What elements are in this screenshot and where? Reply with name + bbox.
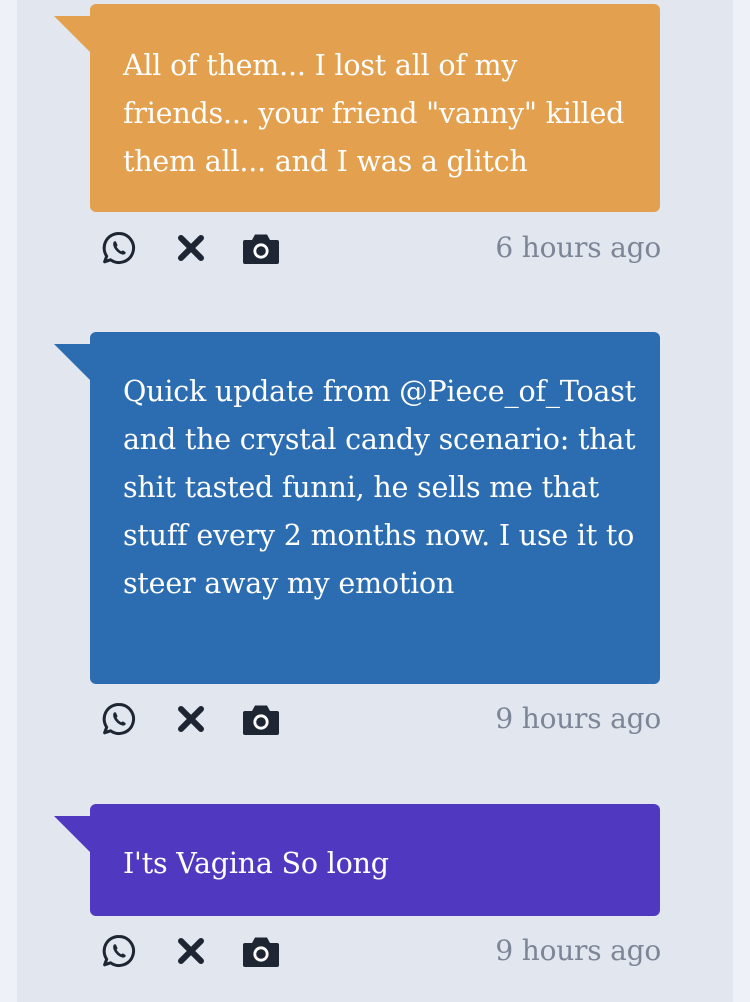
message-actions: 9 hours ago	[99, 699, 661, 739]
message-bubble: All of them... I lost all of my friends.…	[90, 4, 660, 212]
camera-icon[interactable]	[241, 931, 281, 971]
message-feed: All of them... I lost all of my friends.…	[17, 0, 733, 1002]
whatsapp-share-icon[interactable]	[99, 931, 139, 971]
message-actions: 9 hours ago	[99, 931, 661, 971]
whatsapp-share-icon[interactable]	[99, 699, 139, 739]
bubble-tail	[54, 816, 94, 856]
message-text: Quick update from @Piece_of_Toast and th…	[123, 375, 636, 600]
message-actions: 6 hours ago	[99, 228, 661, 268]
message-text: I'ts Vagina So long	[123, 847, 389, 880]
whatsapp-share-icon[interactable]	[99, 228, 139, 268]
x-share-icon[interactable]	[171, 228, 211, 268]
timestamp: 9 hours ago	[495, 934, 661, 967]
camera-icon[interactable]	[241, 699, 281, 739]
x-share-icon[interactable]	[171, 699, 211, 739]
bubble-tail	[54, 344, 94, 384]
x-share-icon[interactable]	[171, 931, 211, 971]
timestamp: 6 hours ago	[495, 231, 661, 264]
camera-icon[interactable]	[241, 228, 281, 268]
timestamp: 9 hours ago	[495, 702, 661, 735]
message-text: All of them... I lost all of my friends.…	[123, 49, 625, 178]
message-bubble: I'ts Vagina So long	[90, 804, 660, 916]
message-bubble: Quick update from @Piece_of_Toast and th…	[90, 332, 660, 684]
bubble-tail	[54, 16, 94, 56]
